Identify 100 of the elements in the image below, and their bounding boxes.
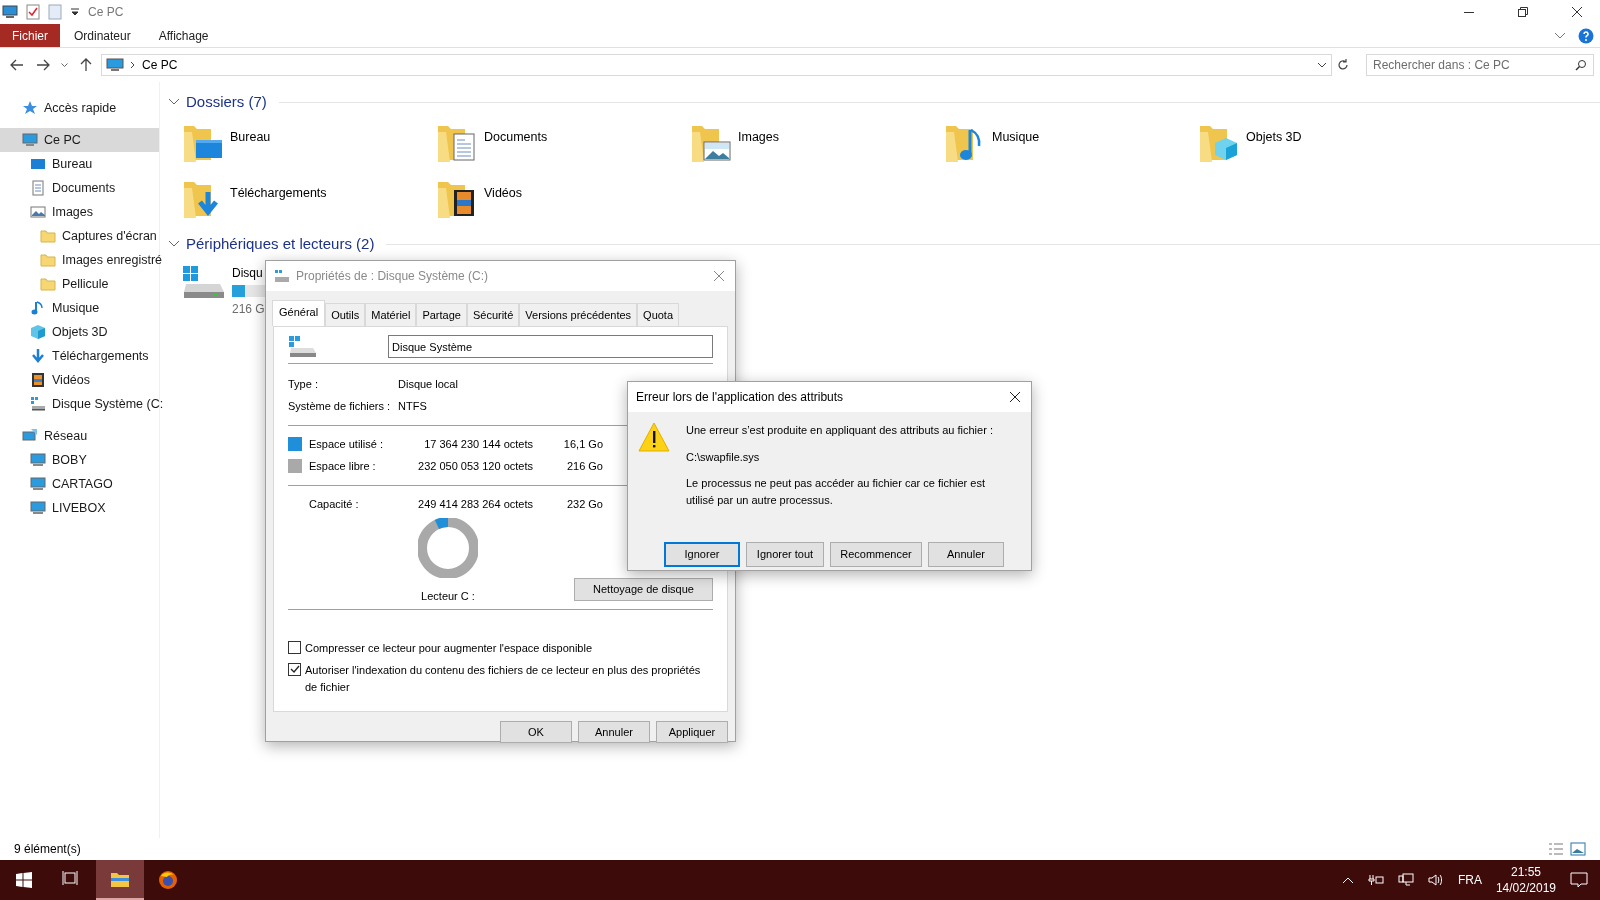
- dialog-tab[interactable]: Outils: [325, 303, 366, 326]
- folder-item[interactable]: Vidéos: [436, 178, 522, 224]
- field-label: Système de fichiers :: [288, 399, 392, 414]
- refresh-icon[interactable]: [1336, 58, 1350, 72]
- search-icon: [1575, 59, 1587, 71]
- forward-icon: [35, 57, 51, 73]
- dialog-tab[interactable]: Sécurité: [466, 303, 520, 326]
- drive-icon: [288, 334, 318, 359]
- dialog-tab[interactable]: Versions précédentes: [519, 303, 638, 326]
- ribbon-tab[interactable]: Ordinateur: [60, 24, 145, 47]
- network-icon[interactable]: [1397, 873, 1414, 887]
- folder-icon: [40, 228, 56, 244]
- dropdown-icon: [61, 63, 68, 67]
- checkbox[interactable]: [288, 663, 301, 676]
- dialog-title: Propriétés de : Disque Système (C:): [296, 268, 489, 285]
- dialog-button[interactable]: Recommencer: [830, 542, 922, 567]
- folder-item[interactable]: Téléchargements: [182, 178, 327, 224]
- film-icon: [30, 372, 46, 388]
- disk-usage-drawing: [418, 518, 478, 578]
- sidebar-item[interactable]: BOBY: [0, 448, 159, 472]
- dropdown-icon[interactable]: [1317, 61, 1327, 69]
- sidebar-item[interactable]: Réseau: [0, 424, 159, 448]
- dialog-tab[interactable]: Partage: [416, 303, 467, 326]
- size-value: 232 Go: [565, 496, 603, 512]
- dialog-tab[interactable]: Matériel: [365, 303, 417, 326]
- sidebar-item[interactable]: Musique: [0, 296, 159, 320]
- dialog-button[interactable]: Appliquer: [656, 720, 728, 743]
- dropdown-button[interactable]: [58, 63, 71, 67]
- sidebar-item[interactable]: Images: [0, 200, 159, 224]
- show-hidden-icons-icon[interactable]: [1341, 876, 1354, 884]
- close-icon: [1572, 7, 1582, 17]
- byte-count: 249 414 283 264 octets: [417, 496, 533, 512]
- error-message: Une erreur s’est produite en appliquant des attributs au fichier :: [686, 423, 994, 438]
- section-header[interactable]: Périphériques et lecteurs (2): [186, 232, 375, 256]
- clock-time[interactable]: 21:55: [1510, 863, 1541, 880]
- sidebar-item[interactable]: Objets 3D: [0, 320, 159, 344]
- sidebar-item[interactable]: Vidéos: [0, 368, 159, 392]
- sidebar-item[interactable]: Ce PC: [0, 128, 159, 152]
- sidebar-item[interactable]: Documents: [0, 176, 159, 200]
- clock-date[interactable]: 14/02/2019: [1495, 880, 1556, 897]
- dialog-button[interactable]: Ignorer tout: [746, 542, 824, 567]
- sidebar-item[interactable]: LIVEBOX: [0, 496, 159, 520]
- sidebar-item[interactable]: Pellicule: [0, 272, 159, 296]
- help-icon[interactable]: [1578, 27, 1594, 44]
- expand-ribbon-icon[interactable]: [1554, 31, 1566, 40]
- computer-icon: [30, 476, 46, 492]
- file-explorer-button[interactable]: [96, 860, 144, 900]
- item-count: 9 élément(s): [14, 841, 81, 858]
- drive-name-field[interactable]: Disque Système: [388, 335, 713, 358]
- ribbon-tab[interactable]: Affichage: [144, 24, 223, 47]
- properties-icon[interactable]: [26, 4, 40, 20]
- search-field[interactable]: Rechercher dans : Ce PC: [1366, 54, 1594, 76]
- restore-icon: [1518, 7, 1528, 17]
- folder-item[interactable]: Documents: [436, 122, 548, 168]
- folder-item[interactable]: Objets 3D: [1198, 122, 1302, 168]
- field-label: Espace utilisé :: [309, 436, 384, 452]
- folder-item[interactable]: Musique: [944, 122, 1040, 168]
- collapse-chevron-icon[interactable]: [168, 97, 180, 107]
- checkbox[interactable]: [288, 640, 301, 654]
- picture-icon: [30, 204, 46, 220]
- folder-item[interactable]: Bureau: [182, 122, 271, 168]
- dialog-button[interactable]: Ignorer: [664, 542, 740, 567]
- sidebar-item[interactable]: Bureau: [0, 152, 159, 176]
- sidebar-item[interactable]: CARTAGO: [0, 472, 159, 496]
- folder-item[interactable]: Images: [690, 122, 779, 168]
- volume-icon[interactable]: [1427, 873, 1444, 887]
- download-arrow-icon: [30, 348, 46, 364]
- drive-icon: [182, 264, 226, 300]
- browser-icon: [158, 870, 178, 890]
- document-icon: [30, 180, 46, 196]
- up-icon: [78, 57, 94, 73]
- large-icons-view-icon[interactable]: [1570, 842, 1586, 856]
- language-indicator[interactable]: FRA: [1457, 871, 1482, 889]
- desktop-icon: [30, 156, 46, 172]
- field-label: Type :: [288, 376, 319, 392]
- folder-icon: [40, 276, 56, 292]
- notifications-icon[interactable]: [1570, 872, 1588, 888]
- section-header[interactable]: Dossiers (7): [186, 90, 267, 114]
- sidebar-item[interactable]: Accès rapide: [0, 96, 159, 120]
- dialog-title: Erreur lors de l'application des attributs: [636, 389, 844, 406]
- sidebar-item[interactable]: Téléchargements: [0, 344, 159, 368]
- address-bar[interactable]: Ce PC: [101, 54, 1332, 76]
- chevron-icon: [130, 61, 136, 69]
- computer-icon: [30, 452, 46, 468]
- dialog-tab[interactable]: Quota: [637, 303, 680, 326]
- size-value: 16,1 Go: [562, 436, 603, 452]
- dialog-button[interactable]: OK: [500, 720, 572, 743]
- back-icon: [9, 57, 25, 73]
- file-menu-tab[interactable]: Fichier: [0, 24, 60, 47]
- window-title: Ce PC: [88, 4, 124, 21]
- dialog-button[interactable]: Annuler: [928, 542, 1004, 567]
- dialog-button[interactable]: Annuler: [578, 720, 650, 743]
- star-icon: [22, 100, 38, 116]
- collapse-chevron-icon[interactable]: [168, 239, 180, 249]
- power-icon[interactable]: [1367, 874, 1384, 886]
- disk-cleanup-button[interactable]: Nettoyage de disque: [574, 578, 713, 601]
- warning-icon: [638, 422, 670, 452]
- dialog-tab[interactable]: Général: [272, 300, 326, 326]
- customize-dropdown-icon[interactable]: [70, 7, 80, 17]
- sidebar-item[interactable]: Captures d'écran: [0, 224, 159, 248]
